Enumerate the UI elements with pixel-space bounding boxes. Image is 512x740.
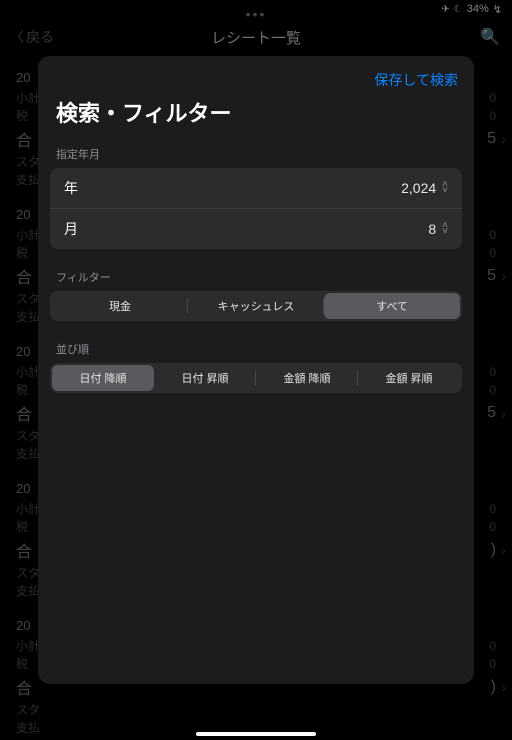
- sort-section-label: 並び順: [38, 337, 474, 363]
- filter-option-cash[interactable]: 現金: [52, 293, 188, 319]
- month-picker[interactable]: 月 8 ˄˅: [50, 208, 462, 249]
- search-filter-modal: 保存して検索 検索・フィルター 指定年月 年 2,024 ˄˅ 月 8 ˄˅ フ…: [38, 56, 474, 684]
- modal-title: 検索・フィルター: [38, 90, 474, 142]
- home-indicator[interactable]: [196, 732, 316, 736]
- filter-segmented-control: 現金 キャッシュレス すべて: [50, 291, 462, 321]
- filter-section-label: フィルター: [38, 265, 474, 291]
- sort-option-amount-asc[interactable]: 金額 昇順: [358, 365, 460, 391]
- filter-option-cashless[interactable]: キャッシュレス: [188, 293, 324, 319]
- stepper-icon: ˄˅: [442, 182, 448, 194]
- stepper-icon: ˄˅: [442, 223, 448, 235]
- save-and-search-button[interactable]: 保存して検索: [374, 70, 458, 90]
- sort-option-amount-desc[interactable]: 金額 降順: [256, 365, 358, 391]
- month-label: 月: [64, 219, 78, 239]
- year-label: 年: [64, 178, 78, 198]
- month-value: 8: [428, 221, 436, 237]
- date-picker-group: 年 2,024 ˄˅ 月 8 ˄˅: [50, 168, 462, 249]
- year-picker[interactable]: 年 2,024 ˄˅: [50, 168, 462, 208]
- sort-option-date-desc[interactable]: 日付 降順: [52, 365, 154, 391]
- sort-segmented-control: 日付 降順 日付 昇順 金額 降順 金額 昇順: [50, 363, 462, 393]
- sort-option-date-asc[interactable]: 日付 昇順: [154, 365, 256, 391]
- date-section-label: 指定年月: [38, 142, 474, 168]
- filter-option-all[interactable]: すべて: [324, 293, 460, 319]
- year-value: 2,024: [401, 180, 436, 196]
